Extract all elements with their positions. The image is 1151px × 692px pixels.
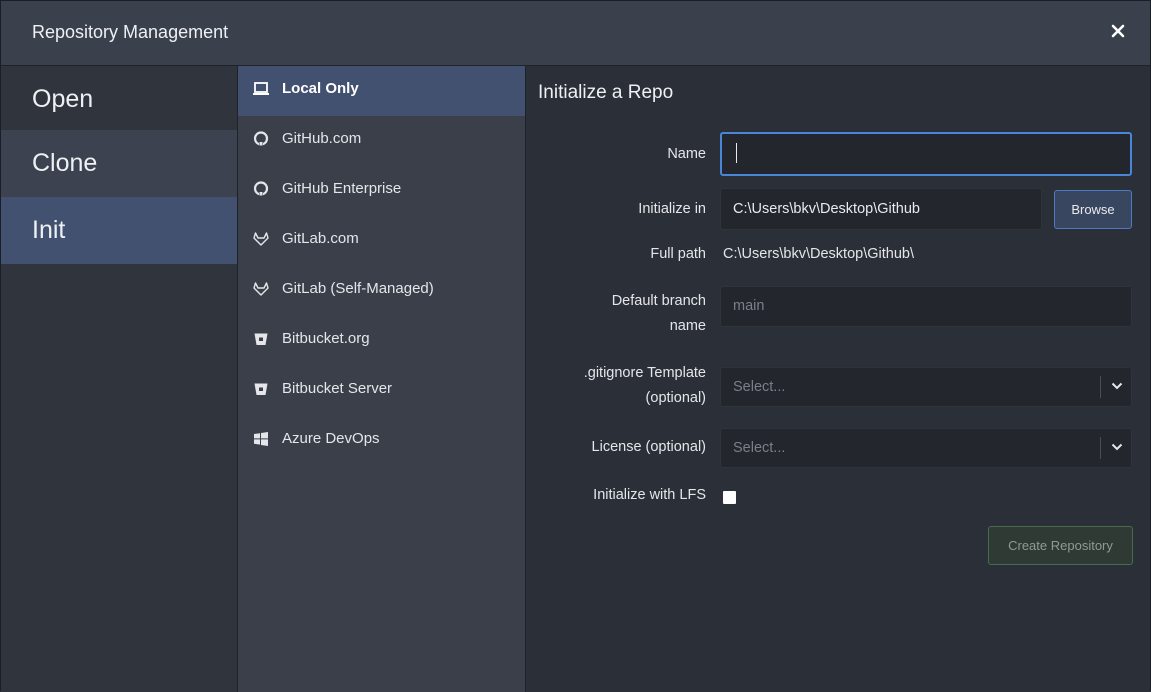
mode-init-label: Init	[32, 216, 66, 244]
gitignore-select[interactable]: Select...	[720, 367, 1132, 407]
init-form-panel: Initialize a Repo Name Initialize in C:\…	[526, 66, 1150, 692]
provider-label: GitHub Enterprise	[282, 180, 402, 197]
mode-clone[interactable]: Clone	[1, 130, 237, 197]
provider-github-enterprise[interactable]: GitHub Enterprise	[238, 166, 525, 216]
full-path-value: C:\Users\bkv\Desktop\Github\	[723, 246, 914, 262]
provider-gitlab-self-managed[interactable]: GitLab (Self-Managed)	[238, 266, 525, 316]
bitbucket-icon	[252, 380, 270, 398]
provider-bitbucket-server[interactable]: Bitbucket Server	[238, 366, 525, 416]
browse-button[interactable]: Browse	[1054, 190, 1132, 229]
repository-management-dialog: Repository Management Open Clone Init Lo…	[0, 0, 1151, 692]
name-input[interactable]	[720, 132, 1132, 176]
license-select[interactable]: Select...	[720, 428, 1132, 468]
lfs-checkbox[interactable]	[723, 491, 736, 504]
provider-label: Azure DevOps	[282, 430, 380, 447]
text-caret	[736, 143, 737, 163]
provider-label: GitLab (Self-Managed)	[282, 280, 434, 297]
branch-label-line1: Default branch	[611, 293, 706, 309]
mode-open-label: Open	[32, 85, 94, 113]
windows-icon	[252, 430, 270, 448]
name-label: Name	[667, 146, 706, 162]
branch-placeholder: main	[733, 298, 765, 314]
gitlab-icon	[252, 280, 270, 298]
mode-init[interactable]: Init	[1, 197, 237, 264]
dialog-title: Repository Management	[32, 22, 229, 42]
init-in-label: Initialize in	[638, 201, 706, 217]
provider-label: GitHub.com	[282, 130, 362, 147]
mode-clone-label: Clone	[32, 149, 98, 177]
create-repository-button[interactable]: Create Repository	[988, 526, 1133, 565]
provider-github[interactable]: GitHub.com	[238, 116, 525, 166]
panel-title: Initialize a Repo	[538, 82, 674, 103]
lfs-label: Initialize with LFS	[593, 487, 706, 503]
provider-bitbucket[interactable]: Bitbucket.org	[238, 316, 525, 366]
chevron-down-icon[interactable]	[1100, 437, 1131, 459]
mode-sidebar: Open Clone Init	[1, 66, 238, 692]
title-bar: Repository Management	[1, 1, 1150, 66]
branch-input[interactable]: main	[720, 286, 1132, 327]
laptop-icon	[252, 80, 270, 98]
license-placeholder: Select...	[733, 440, 786, 456]
gitignore-label-line1: .gitignore Template	[583, 365, 706, 381]
gitlab-icon	[252, 230, 270, 248]
init-in-input[interactable]: C:\Users\bkv\Desktop\Github	[720, 188, 1042, 230]
gitignore-placeholder: Select...	[733, 379, 786, 395]
provider-local-only[interactable]: Local Only	[238, 66, 525, 116]
mode-open[interactable]: Open	[1, 66, 237, 130]
close-icon[interactable]	[1108, 21, 1128, 41]
provider-label: GitLab.com	[282, 230, 359, 247]
provider-label: Local Only	[282, 80, 359, 97]
gitignore-label-line2: (optional)	[645, 390, 706, 406]
chevron-down-icon[interactable]	[1100, 376, 1131, 398]
license-label: License (optional)	[591, 439, 706, 455]
full-path-label: Full path	[650, 246, 706, 262]
github-icon	[252, 180, 270, 198]
provider-label: Bitbucket Server	[282, 380, 393, 397]
provider-list: Local Only GitHub.com GitHub Enterprise …	[238, 66, 526, 692]
provider-label: Bitbucket.org	[282, 330, 370, 347]
provider-gitlab[interactable]: GitLab.com	[238, 216, 525, 266]
github-icon	[252, 130, 270, 148]
provider-azure-devops[interactable]: Azure DevOps	[238, 416, 525, 466]
init-in-value: C:\Users\bkv\Desktop\Github	[733, 201, 920, 217]
branch-label-line2: name	[669, 318, 706, 334]
bitbucket-icon	[252, 330, 270, 348]
